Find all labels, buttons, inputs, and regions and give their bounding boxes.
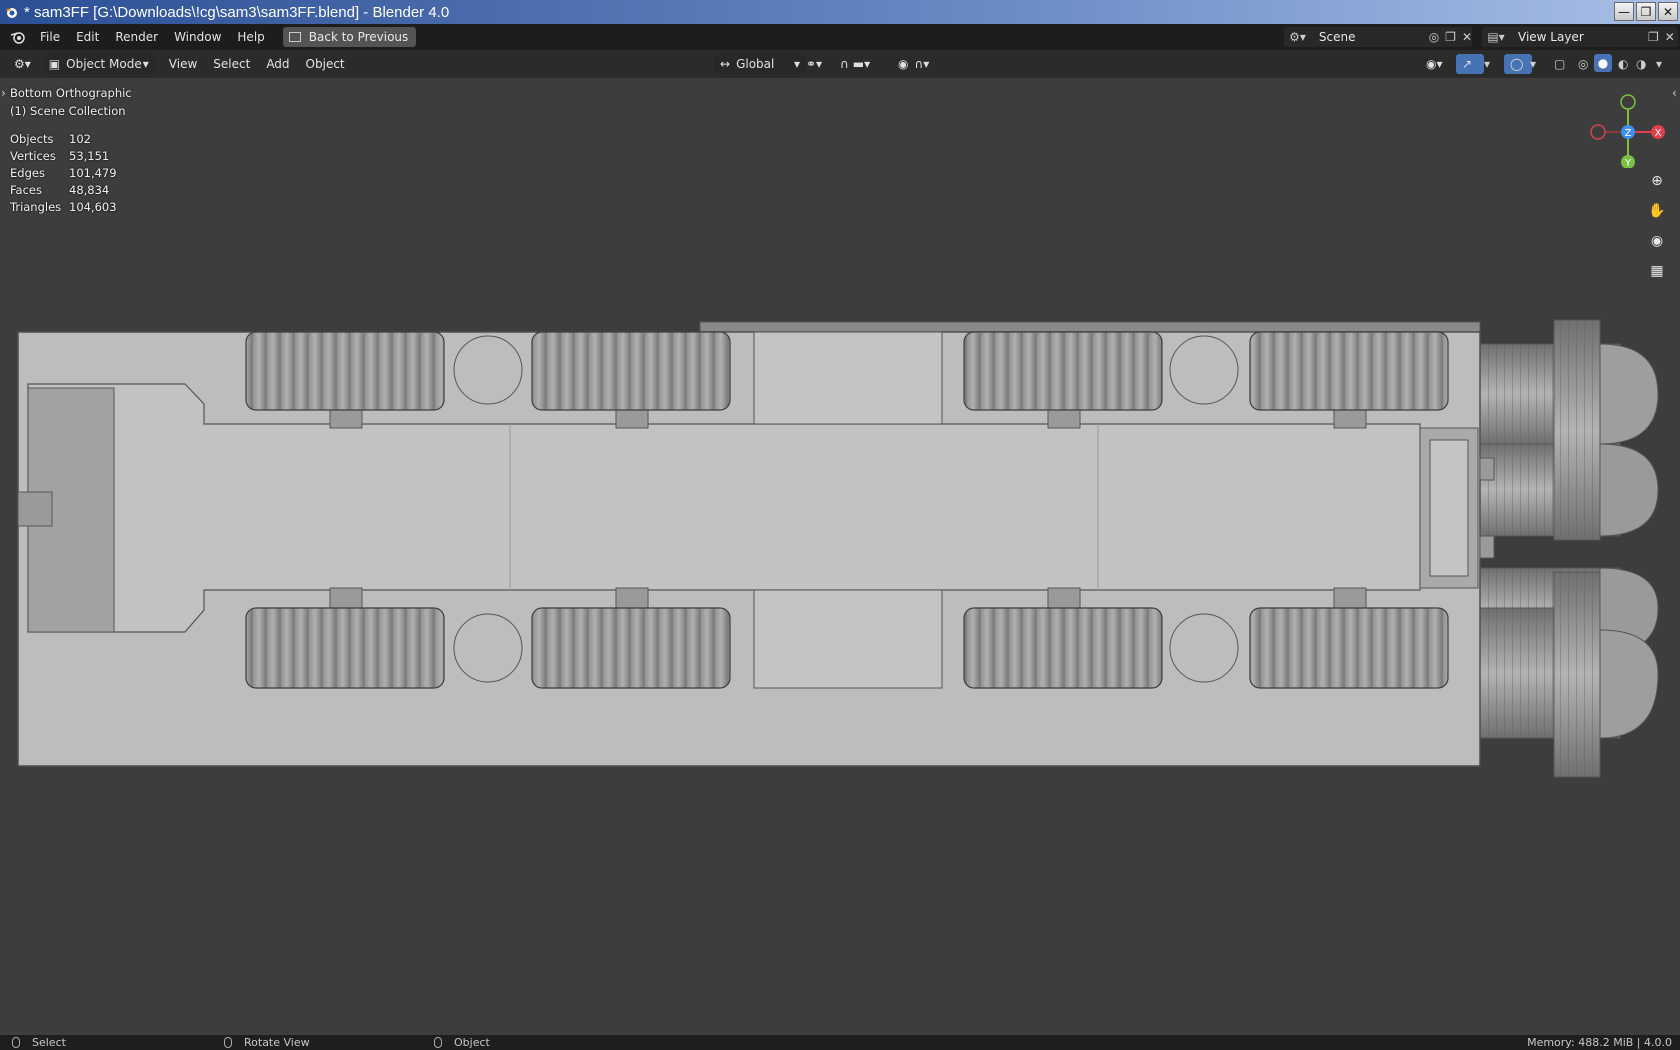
view-layer-icon: ▤▾ [1487, 30, 1505, 44]
window-title: * sam3FF [G:\Downloads\!cg\sam3\sam3FF.b… [24, 3, 450, 21]
pivot-icon: ⚭▾ [806, 57, 823, 71]
scene-selector[interactable]: ⚙▾ Scene ◎ ❐ ✕ [1284, 27, 1472, 47]
menu-help[interactable]: Help [229, 24, 272, 50]
status-bar: Select Rotate View Object Memory: 488.2 … [0, 1035, 1680, 1050]
minimize-button[interactable]: — [1614, 2, 1634, 21]
overlay-dropdown[interactable]: ▾ [1530, 57, 1536, 71]
header-menu-add[interactable]: Add [258, 51, 297, 77]
close-button[interactable]: ✕ [1658, 2, 1678, 21]
memory-usage: Memory: 488.2 MiB | 4.0.0 [1527, 1036, 1672, 1049]
xray-toggle-icon[interactable]: ▢ [1554, 57, 1565, 71]
3d-viewport-icon: ⚙ [14, 57, 25, 71]
gizmo-dropdown[interactable]: ▾ [1484, 57, 1490, 71]
blender-menu-icon[interactable] [10, 30, 26, 44]
shading-dropdown[interactable]: ▾ [1656, 57, 1662, 71]
left-mouse-icon [12, 1037, 20, 1048]
maximize-button[interactable]: ❐ [1636, 2, 1656, 21]
gizmo-toggle-button[interactable]: ↗ [1456, 54, 1484, 74]
3d-viewport[interactable]: Bottom Orthographic (1) Scene Collection… [0, 78, 1680, 1035]
vehicle-model-bottom-view[interactable] [0, 78, 1680, 1035]
visibility-button[interactable]: ◉▾ [1420, 54, 1449, 74]
back-screen-icon [288, 32, 301, 42]
material-preview-icon[interactable]: ◐ [1618, 57, 1628, 71]
status-select-label: Select [32, 1036, 66, 1049]
right-mouse-icon [434, 1037, 442, 1048]
middle-mouse-icon [224, 1037, 232, 1048]
back-to-previous-button[interactable]: Back to Previous [282, 27, 417, 47]
menu-file[interactable]: File [32, 24, 68, 50]
snap-button[interactable]: ∩ ▬▾ [834, 54, 876, 74]
proportional-edit-icon: ◉ [898, 57, 909, 71]
scene-icon: ⚙▾ [1289, 30, 1306, 44]
mode-label: Object Mode [66, 57, 142, 71]
menu-window[interactable]: Window [166, 24, 229, 50]
menu-edit[interactable]: Edit [68, 24, 107, 50]
new-view-layer-icon[interactable]: ❐ [1648, 30, 1659, 44]
overlay-icon: ◯ [1510, 57, 1524, 71]
pivot-point-button[interactable]: ⚭▾ [800, 54, 828, 74]
menu-render[interactable]: Render [107, 24, 166, 50]
eye-icon: ◉▾ [1426, 57, 1443, 71]
remove-view-layer-icon[interactable]: ✕ [1665, 30, 1675, 44]
blender-logo-icon [5, 8, 17, 18]
status-object-label: Object [454, 1036, 490, 1049]
header-menu-select[interactable]: Select [205, 51, 258, 77]
orientation-icon: ↔ [720, 57, 731, 71]
header-menu-object[interactable]: Object [298, 51, 353, 77]
status-select-hint: Select [12, 1036, 66, 1049]
header-menu-view[interactable]: View [161, 51, 205, 77]
rendered-shading-icon[interactable]: ◑ [1636, 57, 1646, 71]
solid-shading-icon: ● [1597, 56, 1609, 70]
wireframe-shading-icon[interactable]: ◎ [1578, 57, 1588, 71]
view-layer-name: View Layer [1518, 30, 1584, 44]
transform-orientation-selector[interactable]: ↔ Global ▾ [714, 54, 806, 74]
window-titlebar: * sam3FF [G:\Downloads\!cg\sam3\sam3FF.b… [0, 0, 1680, 24]
overlay-toggle-button[interactable]: ◯ [1504, 54, 1532, 74]
snap-magnet-icon: ∩ [840, 57, 849, 71]
pin-icon[interactable]: ◎ [1429, 30, 1439, 44]
falloff-icon: ∩▾ [914, 57, 930, 71]
gizmo-icon: ↗ [1462, 57, 1473, 71]
top-menubar: File Edit Render Window Help Back to Pre… [0, 24, 1680, 50]
status-rotate-label: Rotate View [244, 1036, 310, 1049]
status-rotate-hint: Rotate View [224, 1036, 310, 1049]
editor-type-selector[interactable]: ⚙ ▾ [8, 54, 37, 74]
object-mode-icon: ▣ [48, 57, 61, 71]
orientation-label: Global [736, 57, 775, 71]
back-to-previous-label: Back to Previous [308, 30, 409, 44]
view-layer-selector[interactable]: ▤▾ View Layer ❐ ✕ [1482, 27, 1678, 47]
snap-increment-icon: ▬▾ [852, 57, 871, 71]
new-scene-icon[interactable]: ❐ [1445, 30, 1456, 44]
remove-scene-icon[interactable]: ✕ [1462, 30, 1472, 44]
solid-shading-button[interactable]: ● [1594, 54, 1612, 72]
scene-name: Scene [1318, 30, 1356, 44]
proportional-edit-button[interactable]: ◉ ∩▾ [892, 54, 935, 74]
viewport-header: ⚙ ▾ ▣ Object Mode ▾ View Select Add Objec… [0, 50, 1680, 78]
fuel-tanks [1469, 319, 1659, 778]
mode-selector[interactable]: ▣ Object Mode ▾ [42, 54, 155, 74]
status-object-hint: Object [434, 1036, 490, 1049]
